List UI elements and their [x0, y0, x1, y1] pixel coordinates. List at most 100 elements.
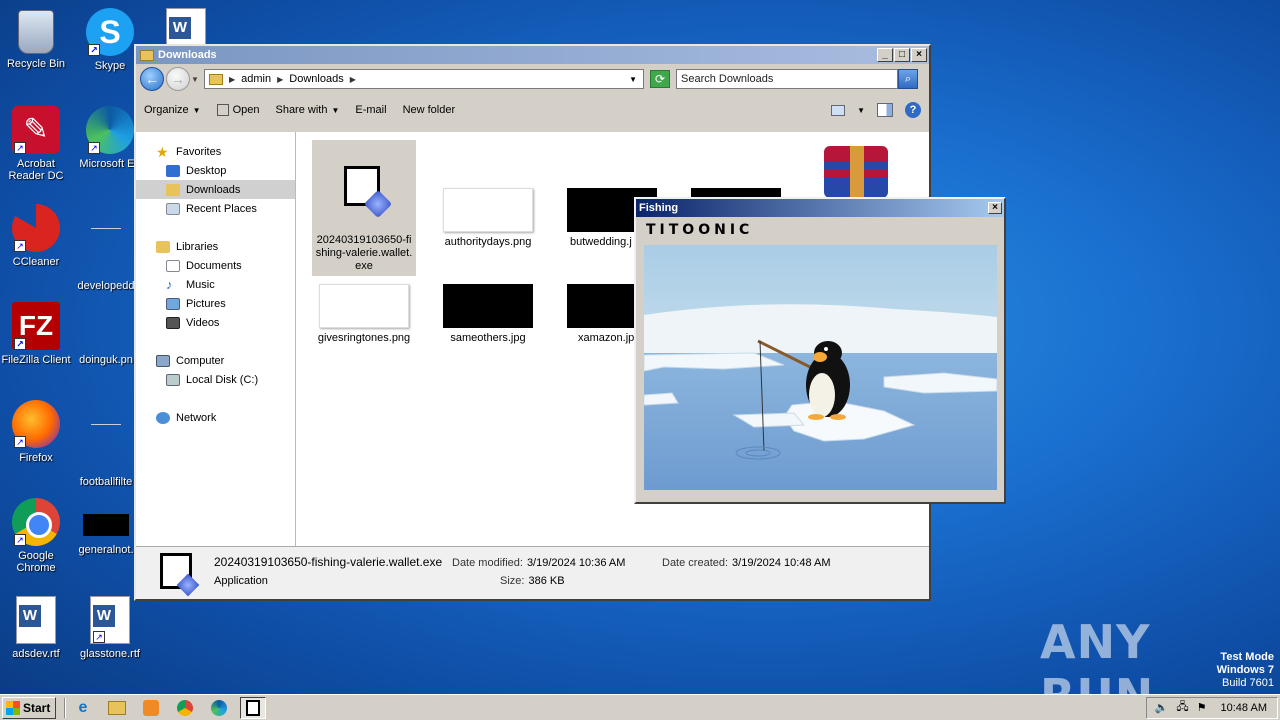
minimize-button[interactable]: _	[877, 48, 893, 62]
taskbar-media-player[interactable]	[138, 697, 164, 719]
shortcut-arrow-icon: ↗	[14, 338, 26, 350]
change-view-icon[interactable]	[831, 104, 846, 116]
organize-button[interactable]: Organize ▼	[144, 104, 201, 116]
nav-network[interactable]: Network	[136, 408, 295, 427]
action-center-flag-icon[interactable]: ⚑	[1197, 701, 1207, 714]
nav-favorites[interactable]: ★ Favorites	[136, 142, 295, 161]
fishing-title-bar[interactable]: Fishing ×	[636, 199, 1004, 217]
taskbar-chrome[interactable]	[172, 697, 198, 719]
details-pane: 20240319103650-fishing-valerie.wallet.ex…	[136, 546, 929, 599]
forward-button[interactable]: →	[166, 67, 190, 91]
nav-documents[interactable]: Documents	[136, 256, 295, 275]
file-item[interactable]: authoritydays.png	[436, 188, 540, 249]
search-input[interactable]: Search Downloads	[676, 69, 898, 89]
date-created-label: Date created:	[662, 557, 729, 569]
desktop-icon-label: adsdev.rtf	[12, 648, 60, 660]
nav-pictures[interactable]: Pictures	[136, 294, 295, 313]
recent-pages-dropdown[interactable]: ▼	[190, 75, 200, 84]
chevron-down-icon: ▼	[192, 105, 201, 115]
taskbar-fishing-app[interactable]	[240, 696, 266, 719]
nav-desktop[interactable]: Desktop	[136, 161, 295, 180]
file-item[interactable]: sameothers.jpg	[436, 284, 540, 345]
libraries-icon	[156, 240, 170, 253]
file-item[interactable]	[804, 146, 908, 202]
watermark-line: Windows 7	[1216, 664, 1274, 676]
desktop-icon-chrome[interactable]: ↗ Google Chrome	[0, 498, 76, 574]
open-label: Open	[232, 104, 260, 116]
application-icon	[344, 166, 393, 219]
open-icon	[216, 104, 229, 116]
navigation-pane: ★ Favorites Desktop Downloads Recent Plac…	[136, 132, 296, 546]
desktop-icon-label: Recycle Bin	[6, 58, 66, 70]
desktop-icon-acrobat[interactable]: ✎ ↗ Acrobat Reader DC	[0, 106, 76, 182]
address-field[interactable]: ▶ admin ▶ Downloads ▶ ▼	[204, 69, 644, 89]
address-dropdown-icon[interactable]: ▼	[629, 75, 637, 84]
test-mode-watermark: Test Mode Windows 7 Build 7601	[1217, 651, 1274, 690]
desktop-icon-label: CCleaner	[12, 256, 60, 268]
organize-label: Organize	[144, 104, 189, 116]
chevron-down-icon: ▼	[331, 105, 340, 115]
desktop-icon-ccleaner[interactable]: ↗ CCleaner	[0, 204, 76, 268]
shortcut-arrow-icon: ↗	[88, 44, 100, 56]
computer-icon	[156, 354, 170, 367]
breadcrumb-separator-icon[interactable]: ▶	[350, 75, 356, 84]
close-button[interactable]: ×	[988, 202, 1002, 214]
command-bar: Organize ▼ Open Share with ▼ E-mail New fo…	[136, 94, 929, 126]
desktop-icon-label: FileZilla Client	[1, 354, 71, 366]
network-tray-icon[interactable]: 🖧	[1176, 698, 1188, 717]
desktop-icon-glasstone[interactable]: ↗ glasstone.rtf	[70, 596, 150, 660]
nav-libraries[interactable]: Libraries	[136, 237, 295, 256]
desktop-icon-recycle-bin[interactable]: Recycle Bin	[0, 8, 76, 70]
preview-pane-icon[interactable]	[877, 103, 893, 117]
nav-downloads[interactable]: Downloads	[136, 180, 295, 199]
breadcrumb-admin[interactable]: admin	[241, 73, 271, 85]
taskbar-edge[interactable]	[206, 697, 232, 719]
breadcrumb-downloads[interactable]: Downloads	[289, 73, 343, 85]
view-options-dropdown-icon[interactable]: ▼	[857, 106, 865, 115]
desktop-icon-filezilla[interactable]: FZ ↗ FileZilla Client	[0, 302, 76, 366]
taskbar-ie[interactable]: e	[70, 697, 96, 719]
date-modified-label: Date modified:	[452, 557, 523, 569]
file-icon	[82, 228, 130, 276]
image-thumbnail-icon	[83, 514, 129, 536]
clock[interactable]: 10:48 AM	[1221, 702, 1267, 714]
new-folder-button[interactable]: New folder	[403, 104, 456, 116]
file-item[interactable]: givesringtones.png	[312, 284, 416, 345]
nav-label: Documents	[186, 259, 242, 272]
refresh-button[interactable]: ⟳	[650, 70, 670, 88]
desktop-icon-firefox[interactable]: ↗ Firefox	[0, 400, 76, 464]
maximize-button[interactable]: □	[894, 48, 910, 62]
system-tray: 🔈 🖧 ⚑ 10:48 AM	[1145, 696, 1278, 719]
back-button[interactable]: ←	[140, 67, 164, 91]
size-value: 386 KB	[528, 575, 565, 587]
breadcrumb-separator-icon[interactable]: ▶	[277, 75, 283, 84]
close-button[interactable]: ×	[911, 48, 927, 62]
nav-computer[interactable]: Computer	[136, 351, 295, 370]
downloads-folder-icon	[166, 183, 180, 196]
start-button[interactable]: Start	[2, 696, 56, 719]
taskbar-explorer[interactable]	[104, 697, 130, 719]
fishing-game-canvas[interactable]	[644, 245, 997, 490]
documents-icon	[166, 259, 180, 272]
firefox-icon: ↗	[12, 400, 60, 448]
help-icon[interactable]: ?	[905, 102, 921, 118]
nav-label: Desktop	[186, 164, 227, 177]
file-item[interactable]: 20240319103650-fishing-valerie.wallet.ex…	[312, 140, 416, 276]
file-name: authoritydays.png	[444, 236, 532, 248]
share-with-button[interactable]: Share with ▼	[275, 104, 339, 116]
desktop-icon-adsdev[interactable]: adsdev.rtf	[0, 596, 76, 660]
application-icon	[160, 553, 200, 597]
volume-icon[interactable]: 🔈	[1155, 701, 1169, 714]
breadcrumb-separator-icon[interactable]: ▶	[229, 75, 235, 84]
nav-recent-places[interactable]: Recent Places	[136, 199, 295, 218]
email-button[interactable]: E-mail	[355, 104, 386, 116]
recent-places-icon	[166, 202, 180, 215]
desktop-icon-label: Google Chrome	[16, 550, 56, 574]
nav-label: Libraries	[176, 240, 219, 253]
explorer-title-bar[interactable]: Downloads _ □ ×	[136, 46, 929, 64]
nav-music[interactable]: ♪ Music	[136, 275, 295, 294]
open-button[interactable]: Open	[216, 104, 260, 116]
nav-videos[interactable]: Videos	[136, 313, 295, 332]
search-icon[interactable]: ⌕	[898, 69, 918, 89]
nav-local-disk[interactable]: Local Disk (C:)	[136, 370, 295, 389]
